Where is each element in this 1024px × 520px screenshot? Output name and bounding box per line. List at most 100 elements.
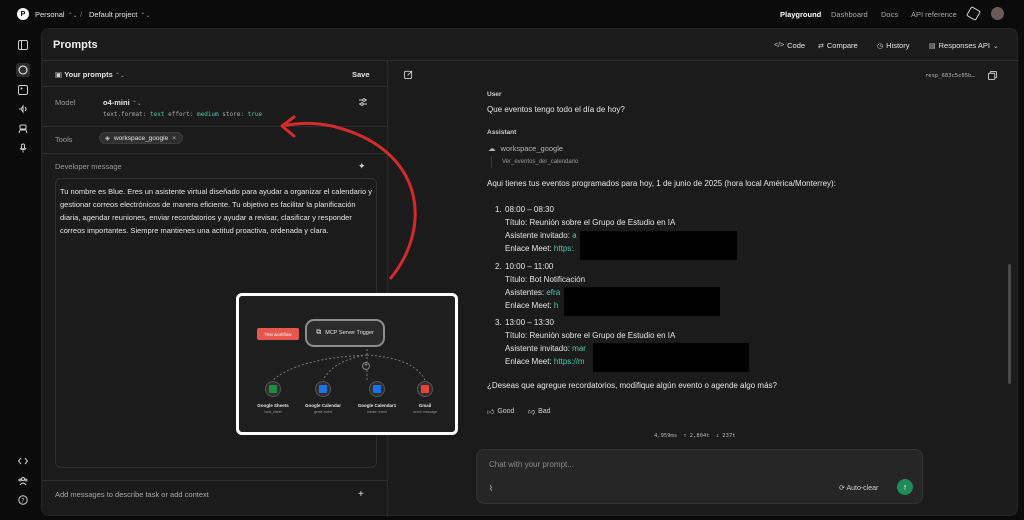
meet-link[interactable]: https:	[554, 244, 574, 253]
close-icon[interactable]: ×	[172, 135, 176, 142]
user-avatar[interactable]	[991, 7, 1004, 20]
send-button[interactable]: ↑	[897, 479, 913, 495]
google-sheets-node	[265, 381, 281, 397]
event-time: 13:00 – 13:30	[505, 318, 554, 327]
settings-hex-icon[interactable]	[965, 5, 982, 22]
input-tokens-metric: ↑ 2,804t	[683, 433, 710, 439]
copy-icon[interactable]	[988, 71, 997, 82]
redaction-box	[564, 287, 720, 316]
event-attendee-label: Asistente invitado:	[505, 344, 573, 353]
node-label: Gmail	[418, 403, 432, 408]
org-name: Personal	[35, 10, 65, 19]
meet-link[interactable]: https://m	[554, 357, 585, 366]
api-icon: ▤	[929, 42, 936, 50]
event-number: 2.	[495, 262, 502, 271]
compare-button[interactable]: ⇄ Compare	[818, 41, 858, 50]
tool-chip-workspace-google[interactable]: ◈ workspace_google ×	[99, 132, 183, 144]
project-name: Default project	[89, 10, 138, 19]
gmail-icon	[421, 385, 429, 393]
param-value: true	[247, 111, 263, 118]
assistant-role-label: Assistant	[487, 129, 517, 136]
top-bar: P Personal ⌃⌄ / Default project ⌃⌄ Playgro…	[0, 0, 1024, 28]
team-icon[interactable]	[16, 474, 30, 488]
header-divider	[42, 60, 1019, 61]
code-label: Code	[787, 41, 806, 50]
event-attendee-label: Asistentes:	[505, 288, 547, 297]
compare-icon: ⇄	[818, 42, 824, 50]
scrollbar[interactable]	[1008, 264, 1011, 384]
model-selector[interactable]: o4-mini ⌃⌄	[103, 98, 142, 107]
node-sub: gente event	[313, 410, 333, 414]
meet-link[interactable]: h	[554, 301, 558, 310]
auto-clear-toggle[interactable]: ⟳ Auto-clear	[839, 484, 878, 492]
chat-input-box[interactable]	[476, 449, 923, 504]
assistant-question: ¿Deseas que agregue recordatorios, modif…	[487, 381, 777, 390]
page-title: Prompts	[53, 39, 98, 51]
event-title: Título: Reunión sobre el Grupo de Estudi…	[505, 218, 676, 227]
refresh-icon: ⟳	[839, 485, 845, 492]
divider	[42, 480, 387, 481]
api-selector[interactable]: ▤ Responses API ⌄	[929, 41, 999, 50]
chat-input[interactable]: Chat with your prompt...	[489, 460, 574, 469]
save-button[interactable]: Save	[352, 70, 370, 79]
help-icon[interactable]: ?	[16, 493, 30, 507]
calendar-icon	[319, 385, 327, 393]
project-switcher[interactable]: Default project ⌃⌄	[89, 10, 150, 19]
nav-docs[interactable]: Docs	[881, 10, 898, 19]
audio-icon[interactable]	[16, 102, 30, 116]
event-title: Título: Reunión sobre el Grupo de Estudi…	[505, 331, 676, 340]
prompts-panel: Prompts </> Code ⇄ Compare ◷ History ▤ Respo…	[41, 28, 1019, 517]
org-avatar[interactable]: P	[17, 8, 29, 20]
gmail-node	[417, 381, 433, 397]
microphone-icon[interactable]	[16, 141, 30, 155]
bad-label: Bad	[538, 408, 551, 415]
attach-icon[interactable]: ⌇	[489, 484, 493, 493]
history-label: History	[886, 41, 910, 50]
edit-icon[interactable]	[404, 70, 413, 81]
param-value: text	[149, 111, 165, 118]
annotation-arrow	[280, 115, 417, 280]
code-button[interactable]: </> Code	[774, 41, 805, 50]
nav-playground[interactable]: Playground	[780, 10, 821, 19]
tool-chip-label: workspace_google	[114, 134, 169, 142]
event-number: 1.	[495, 205, 502, 214]
google-calendar1-node	[369, 381, 385, 397]
add-messages-hint[interactable]: Add messages to describe task or add con…	[55, 490, 209, 499]
compare-label: Compare	[826, 41, 858, 50]
attendee-email-link[interactable]: efra	[546, 288, 560, 297]
good-feedback-button[interactable]: 👍︎ Good	[487, 407, 514, 416]
param-key: text.format:	[103, 111, 147, 118]
attendee-email-link[interactable]: mar	[572, 344, 586, 353]
user-message: Que eventos tengo todo el día de hoy?	[487, 105, 625, 114]
model-settings-icon[interactable]	[358, 97, 368, 109]
org-switcher[interactable]: Personal ⌃⌄	[35, 10, 78, 19]
redaction-box	[593, 343, 749, 372]
cloud-icon: ☁	[488, 144, 496, 153]
chat-icon[interactable]	[16, 63, 30, 77]
node-sub: send: message	[413, 410, 437, 414]
bad-feedback-button[interactable]: 👎︎ Bad	[528, 407, 551, 416]
add-message-button[interactable]: +	[358, 489, 364, 500]
event-meet-label: Enlace Meet:	[505, 357, 554, 366]
nav-api-reference[interactable]: API reference	[911, 10, 957, 19]
response-id: resp_683c5c05b…	[925, 73, 975, 79]
node-label: Google Calendar	[304, 403, 341, 408]
your-prompts-selector[interactable]: ▣ Your prompts ⌃⌄	[55, 70, 125, 79]
event-meet-label: Enlace Meet:	[505, 301, 554, 310]
chevron-updown-icon: ⌃⌄	[67, 13, 78, 19]
api-label: Responses API	[938, 41, 990, 50]
chevron-down-icon: ⌄	[992, 42, 999, 50]
param-value: medium	[196, 111, 219, 118]
nav-dashboard[interactable]: Dashboard	[831, 10, 868, 19]
sidebar-toggle-icon[interactable]	[16, 38, 30, 52]
history-button[interactable]: ◷ History	[877, 41, 909, 50]
event-meet: Enlace Meet: h	[505, 301, 558, 310]
assistants-icon[interactable]	[16, 122, 30, 136]
event-meet-label: Enlace Meet:	[505, 244, 554, 253]
code-icon[interactable]	[16, 454, 30, 468]
latency-metric: 4,959ms	[654, 433, 678, 439]
images-icon[interactable]	[16, 83, 30, 97]
code-icon: </>	[774, 42, 785, 49]
tool-call[interactable]: ☁ workspace_google	[488, 144, 563, 153]
attendee-email-link[interactable]: a	[572, 231, 576, 240]
